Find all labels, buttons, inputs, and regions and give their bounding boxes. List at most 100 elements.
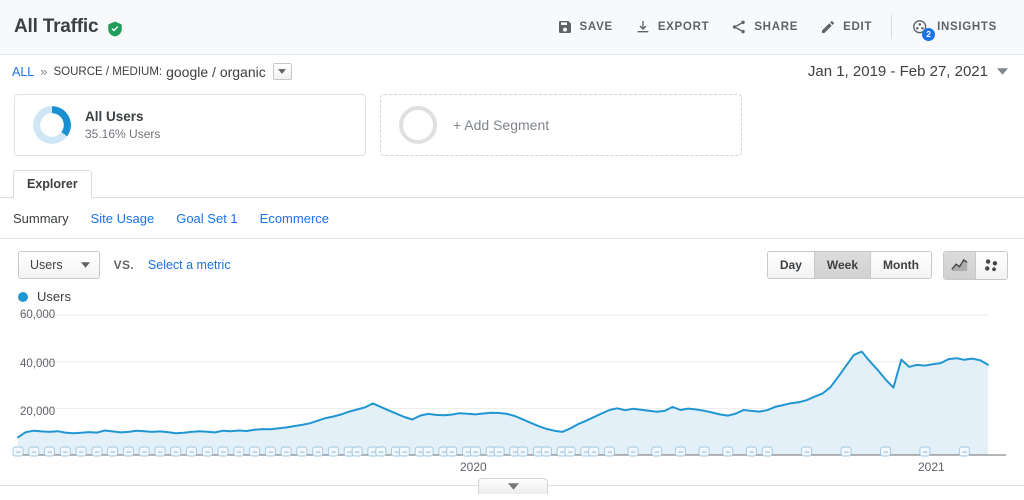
annotation-marker[interactable] xyxy=(493,446,505,457)
tab-bar: Explorer xyxy=(0,169,1024,198)
breadcrumb-dimension-value: google / organic xyxy=(166,63,266,80)
share-label: SHARE xyxy=(754,21,799,33)
annotation-marker[interactable] xyxy=(107,446,119,457)
users-over-time-chart[interactable]: 60,000 40,000 20,000 2020 2021 xyxy=(0,308,1024,480)
scatter-plot-button[interactable] xyxy=(976,251,1007,279)
granularity-toggle: Day Week Month xyxy=(766,251,932,279)
annotation-marker[interactable] xyxy=(375,446,387,457)
insights-badge: 2 xyxy=(922,27,936,41)
segment-card-all-users[interactable]: All Users 35.16% Users xyxy=(14,94,366,156)
annotation-marker[interactable] xyxy=(517,446,529,457)
annotation-marker[interactable] xyxy=(588,446,600,457)
date-range-selector[interactable]: Jan 1, 2019 - Feb 27, 2021 xyxy=(808,63,1008,80)
vs-label: VS. xyxy=(113,258,134,272)
annotation-marker[interactable] xyxy=(249,446,261,457)
annotation-marker[interactable] xyxy=(170,446,182,457)
subtab-goal-set-1[interactable]: Goal Set 1 xyxy=(176,211,237,226)
y-axis-label-40000: 40,000 xyxy=(20,358,56,370)
annotation-marker[interactable] xyxy=(351,446,363,457)
add-segment-label: + Add Segment xyxy=(453,117,550,133)
annotation-marker[interactable] xyxy=(880,446,891,457)
annotation-marker[interactable] xyxy=(469,446,481,457)
annotation-marker[interactable] xyxy=(446,446,458,457)
chevron-down-icon xyxy=(80,262,90,268)
share-icon xyxy=(731,19,747,35)
metric-select[interactable]: Users xyxy=(18,251,100,279)
breadcrumb-all[interactable]: ALL xyxy=(12,65,34,79)
subtab-summary[interactable]: Summary xyxy=(13,211,69,226)
annotation-marker[interactable] xyxy=(154,446,166,457)
tab-explorer[interactable]: Explorer xyxy=(13,170,92,198)
annotation-marker[interactable] xyxy=(327,446,339,457)
page-title: All Traffic xyxy=(14,16,99,37)
collapse-panel-button[interactable] xyxy=(478,478,548,494)
chevron-down-icon xyxy=(507,483,519,490)
chevron-down-icon xyxy=(997,68,1008,75)
line-chart-icon xyxy=(951,258,968,271)
annotation-marker[interactable] xyxy=(264,446,276,457)
annotation-marker[interactable] xyxy=(958,446,970,457)
annotation-marker[interactable] xyxy=(627,446,639,457)
toolbar-divider xyxy=(891,15,893,39)
annotation-marker[interactable] xyxy=(217,446,229,457)
annotation-marker[interactable] xyxy=(201,446,213,457)
y-axis-label-60000: 60,000 xyxy=(20,309,56,321)
annotation-marker[interactable] xyxy=(296,446,308,457)
annotation-marker[interactable] xyxy=(651,446,663,457)
chart-area-fill xyxy=(18,351,988,455)
annotation-marker[interactable] xyxy=(12,446,24,457)
annotation-marker[interactable] xyxy=(138,446,150,457)
granularity-month[interactable]: Month xyxy=(871,252,931,278)
annotation-marker[interactable] xyxy=(28,446,40,457)
annotation-marker[interactable] xyxy=(75,446,87,457)
annotation-marker[interactable] xyxy=(698,446,710,457)
annotation-marker[interactable] xyxy=(674,446,686,457)
annotation-marker[interactable] xyxy=(398,446,410,457)
annotation-marker[interactable] xyxy=(59,446,71,457)
chart-view-controls: Day Week Month xyxy=(766,250,1008,280)
insights-button[interactable]: 2 INSIGHTS xyxy=(900,12,1008,43)
legend-label: Users xyxy=(37,289,71,304)
annotation-marker[interactable] xyxy=(761,446,773,457)
breadcrumb-separator: » xyxy=(40,64,48,79)
y-axis-label-20000: 20,000 xyxy=(20,406,56,418)
annotation-marker[interactable] xyxy=(186,446,197,457)
annotation-marker[interactable] xyxy=(122,446,134,457)
annotation-marker[interactable] xyxy=(840,446,852,457)
x-axis-year-2021: 2021 xyxy=(918,460,945,474)
save-icon xyxy=(557,19,573,35)
export-icon xyxy=(635,19,651,35)
chart-plot-area[interactable] xyxy=(0,308,1024,480)
dimension-dropdown-button[interactable] xyxy=(272,63,292,80)
annotation-marker[interactable] xyxy=(280,446,292,457)
annotation-marker[interactable] xyxy=(722,446,734,457)
subtab-site-usage[interactable]: Site Usage xyxy=(91,211,155,226)
annotation-marker[interactable] xyxy=(801,446,813,457)
granularity-day[interactable]: Day xyxy=(767,252,815,278)
save-button[interactable]: SAVE xyxy=(546,13,624,41)
add-segment-card[interactable]: + Add Segment xyxy=(380,94,742,156)
segment-donut-icon xyxy=(33,106,71,144)
edit-button[interactable]: EDIT xyxy=(809,13,883,41)
annotation-marker[interactable] xyxy=(422,446,434,457)
annotation-marker[interactable] xyxy=(745,446,757,457)
annotation-marker[interactable] xyxy=(233,446,245,457)
annotation-marker[interactable] xyxy=(91,446,103,457)
legend-color-dot xyxy=(18,291,28,302)
annotation-marker[interactable] xyxy=(44,446,55,457)
header-actions: SAVE EXPORT SHARE EDIT 2 INSIGHTS xyxy=(546,12,1008,43)
select-a-metric-link[interactable]: Select a metric xyxy=(148,258,231,272)
subtab-ecommerce[interactable]: Ecommerce xyxy=(260,211,329,226)
insights-label: INSIGHTS xyxy=(937,21,997,33)
share-button[interactable]: SHARE xyxy=(720,13,809,41)
line-chart-button[interactable] xyxy=(944,251,976,279)
metric-select-value: Users xyxy=(30,258,63,272)
annotation-marker[interactable] xyxy=(312,446,324,457)
annotation-marker[interactable] xyxy=(540,446,552,457)
annotation-marker[interactable] xyxy=(604,446,615,457)
metric-controls: Users VS. Select a metric Day Week Month xyxy=(0,239,1024,280)
annotation-marker[interactable] xyxy=(564,446,576,457)
annotation-marker[interactable] xyxy=(919,446,931,457)
granularity-week[interactable]: Week xyxy=(814,252,872,278)
export-button[interactable]: EXPORT xyxy=(624,13,721,41)
